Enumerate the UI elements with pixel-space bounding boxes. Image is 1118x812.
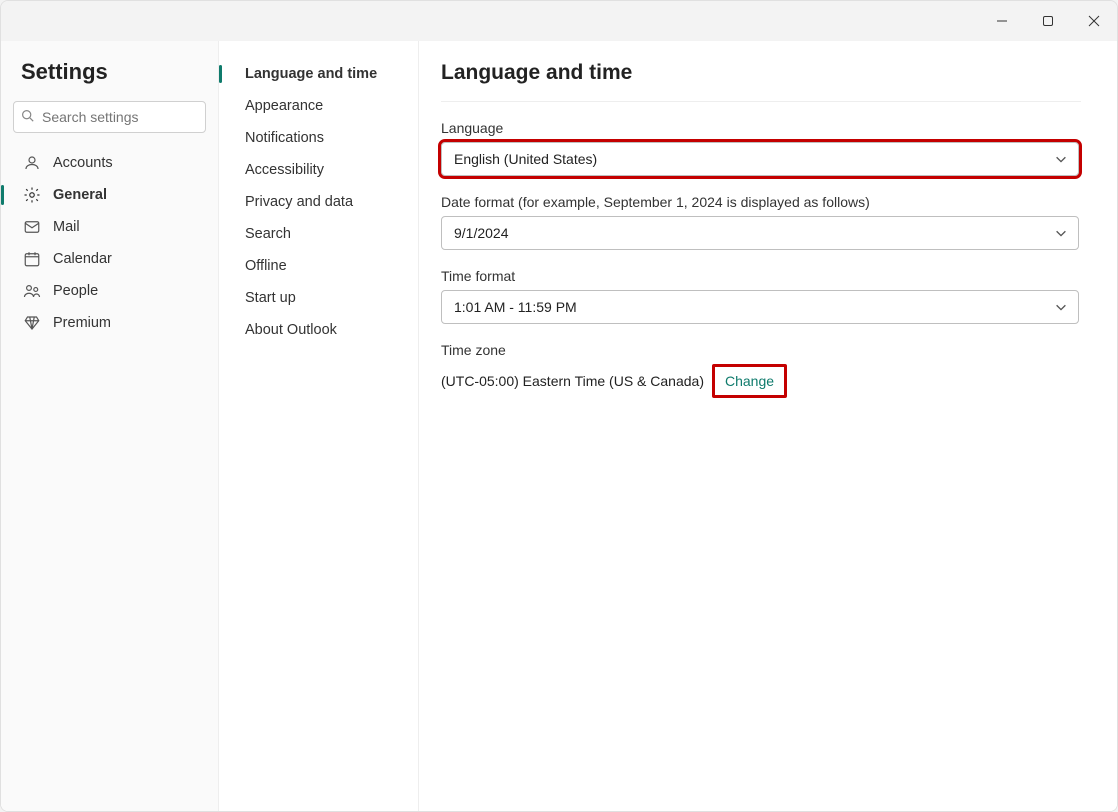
sidebar-item-accounts[interactable]: Accounts bbox=[13, 147, 206, 179]
language-label: Language bbox=[441, 120, 1081, 136]
secondary-sidebar: Language and time Appearance Notificatio… bbox=[219, 41, 419, 811]
sub-item-language-and-time[interactable]: Language and time bbox=[237, 59, 408, 89]
sub-item-search[interactable]: Search bbox=[237, 219, 408, 249]
nav-label: Privacy and data bbox=[245, 194, 353, 210]
window-body: Settings Accounts Genera bbox=[1, 41, 1117, 811]
primary-nav: Accounts General Mail bbox=[13, 147, 206, 339]
settings-window: Settings Accounts Genera bbox=[0, 0, 1118, 812]
nav-label: Appearance bbox=[245, 98, 323, 114]
sub-item-about-outlook[interactable]: About Outlook bbox=[237, 315, 408, 345]
person-icon bbox=[23, 154, 41, 172]
sub-item-accessibility[interactable]: Accessibility bbox=[237, 155, 408, 185]
language-select[interactable]: English (United States) bbox=[441, 142, 1079, 176]
dateformat-value: 9/1/2024 bbox=[454, 225, 509, 241]
sidebar-item-premium[interactable]: Premium bbox=[13, 307, 206, 339]
timeformat-select[interactable]: 1:01 AM - 11:59 PM bbox=[441, 290, 1079, 324]
nav-label: People bbox=[53, 283, 98, 299]
sidebar-item-calendar[interactable]: Calendar bbox=[13, 243, 206, 275]
chevron-down-icon bbox=[1054, 226, 1068, 240]
sub-item-offline[interactable]: Offline bbox=[237, 251, 408, 281]
people-icon bbox=[23, 282, 41, 300]
nav-label: General bbox=[53, 187, 107, 203]
search-input[interactable] bbox=[13, 101, 206, 133]
nav-label: Search bbox=[245, 226, 291, 242]
page-title: Language and time bbox=[441, 61, 1081, 102]
timezone-label: Time zone bbox=[441, 342, 1081, 358]
nav-label: Mail bbox=[53, 219, 80, 235]
sub-item-appearance[interactable]: Appearance bbox=[237, 91, 408, 121]
nav-label: Language and time bbox=[245, 66, 377, 82]
field-language: Language English (United States) bbox=[441, 120, 1081, 176]
sidebar-item-people[interactable]: People bbox=[13, 275, 206, 307]
main-panel: Language and time Language English (Unit… bbox=[419, 41, 1117, 811]
nav-label: Accessibility bbox=[245, 162, 324, 178]
nav-label: Premium bbox=[53, 315, 111, 331]
nav-label: Calendar bbox=[53, 251, 112, 267]
window-controls bbox=[979, 1, 1117, 41]
chevron-down-icon bbox=[1054, 300, 1068, 314]
nav-label: Notifications bbox=[245, 130, 324, 146]
sub-item-start-up[interactable]: Start up bbox=[237, 283, 408, 313]
sidebar-item-mail[interactable]: Mail bbox=[13, 211, 206, 243]
field-time-format: Time format 1:01 AM - 11:59 PM bbox=[441, 268, 1081, 324]
timeformat-value: 1:01 AM - 11:59 PM bbox=[454, 299, 577, 315]
search-wrap bbox=[13, 101, 206, 133]
sidebar-item-general[interactable]: General bbox=[13, 179, 206, 211]
search-icon bbox=[21, 109, 34, 125]
primary-sidebar: Settings Accounts Genera bbox=[1, 41, 219, 811]
titlebar bbox=[1, 1, 1117, 41]
language-value: English (United States) bbox=[454, 151, 597, 167]
nav-label: Offline bbox=[245, 258, 287, 274]
dateformat-label: Date format (for example, September 1, 2… bbox=[441, 194, 1081, 210]
nav-label: About Outlook bbox=[245, 322, 337, 338]
close-button[interactable] bbox=[1071, 1, 1117, 41]
sub-item-notifications[interactable]: Notifications bbox=[237, 123, 408, 153]
dateformat-select[interactable]: 9/1/2024 bbox=[441, 216, 1079, 250]
settings-title: Settings bbox=[13, 59, 206, 97]
sub-item-privacy-and-data[interactable]: Privacy and data bbox=[237, 187, 408, 217]
gear-icon bbox=[23, 186, 41, 204]
change-timezone-link[interactable]: Change bbox=[712, 364, 787, 398]
maximize-button[interactable] bbox=[1025, 1, 1071, 41]
diamond-icon bbox=[23, 314, 41, 332]
timezone-value: (UTC-05:00) Eastern Time (US & Canada) bbox=[441, 373, 704, 389]
field-date-format: Date format (for example, September 1, 2… bbox=[441, 194, 1081, 250]
chevron-down-icon bbox=[1054, 152, 1068, 166]
nav-label: Start up bbox=[245, 290, 296, 306]
timeformat-label: Time format bbox=[441, 268, 1081, 284]
mail-icon bbox=[23, 218, 41, 236]
nav-label: Accounts bbox=[53, 155, 113, 171]
field-time-zone: Time zone (UTC-05:00) Eastern Time (US &… bbox=[441, 342, 1081, 398]
calendar-icon bbox=[23, 250, 41, 268]
minimize-button[interactable] bbox=[979, 1, 1025, 41]
